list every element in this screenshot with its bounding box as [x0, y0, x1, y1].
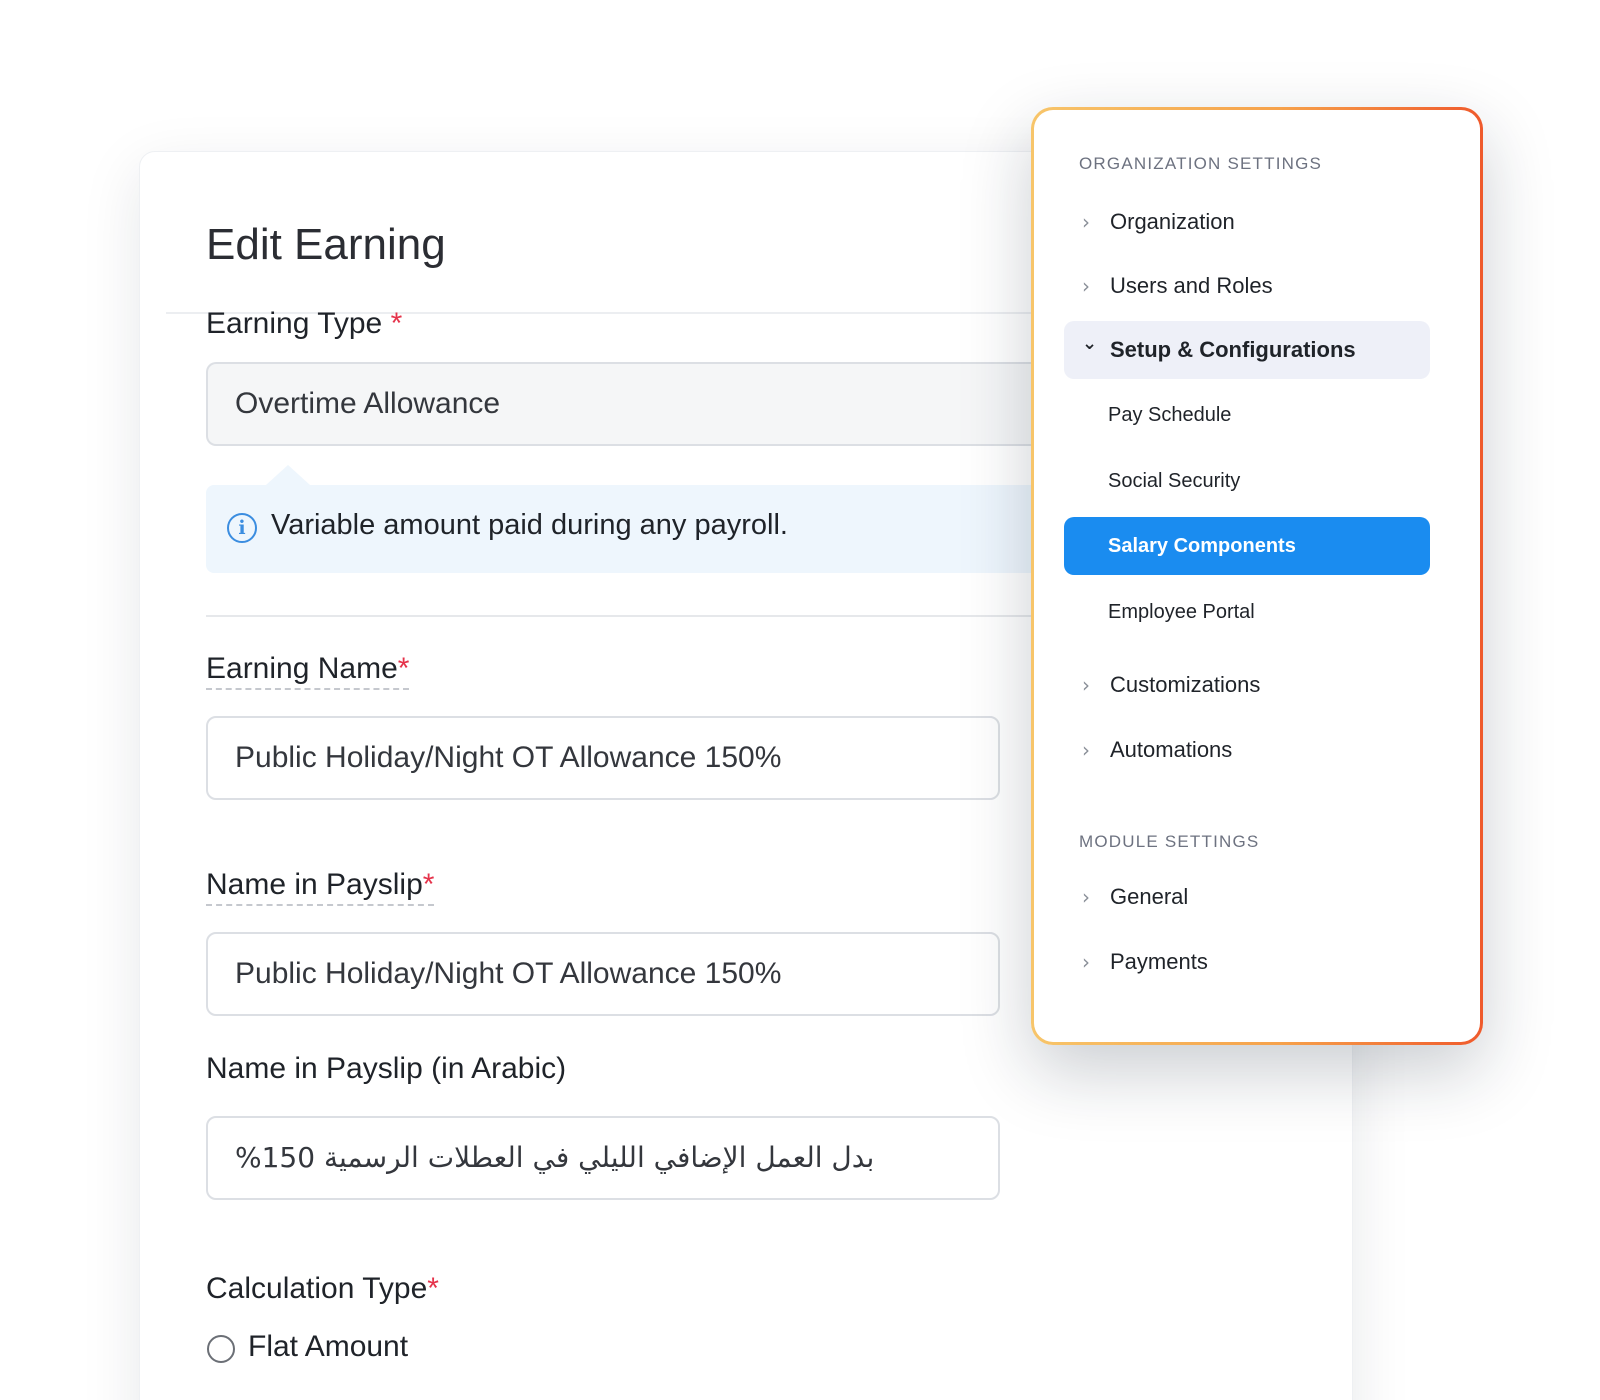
chevron-right-icon: › — [1082, 950, 1090, 974]
info-icon: i — [227, 513, 257, 543]
menu-item-users-roles[interactable]: › Users and Roles — [1064, 257, 1430, 315]
menu-item-label: Salary Components — [1108, 535, 1296, 557]
menu-item-label: Customizations — [1110, 672, 1261, 697]
chevron-down-icon: ⌄ — [1082, 333, 1098, 354]
settings-menu: ORGANIZATION SETTINGS › Organization › U… — [1034, 110, 1480, 1042]
menu-item-label: Setup & Configurations — [1110, 337, 1356, 362]
menu-item-payments[interactable]: › Payments — [1064, 933, 1430, 991]
menu-item-customizations[interactable]: › Customizations — [1064, 656, 1430, 714]
payslip-name-label: Name in Payslip* — [206, 868, 435, 906]
required-mark: * — [397, 652, 410, 685]
required-mark: * — [390, 307, 403, 340]
menu-item-label: Employee Portal — [1108, 601, 1255, 623]
menu-item-social-security[interactable]: Social Security — [1064, 452, 1430, 510]
menu-item-pay-schedule[interactable]: Pay Schedule — [1064, 386, 1430, 444]
payslip-name-arabic-label: Name in Payslip (in Arabic) — [206, 1052, 567, 1085]
menu-item-label: Organization — [1110, 209, 1235, 234]
page-title: Edit Earning — [206, 220, 446, 269]
earning-name-label: Earning Name* — [206, 652, 410, 690]
menu-item-label: Payments — [1110, 949, 1208, 974]
menu-item-label: Automations — [1110, 737, 1233, 762]
menu-item-general[interactable]: › General — [1064, 868, 1430, 926]
module-settings-heading: MODULE SETTINGS — [1079, 832, 1260, 851]
menu-item-organization[interactable]: › Organization — [1064, 193, 1430, 251]
menu-item-automations[interactable]: › Automations — [1064, 721, 1430, 779]
flat-amount-label[interactable]: Flat Amount — [248, 1330, 408, 1364]
chevron-right-icon: › — [1082, 210, 1090, 234]
menu-item-label: Users and Roles — [1110, 273, 1273, 298]
menu-item-label: General — [1110, 884, 1189, 909]
menu-item-label: Social Security — [1108, 470, 1241, 492]
chevron-right-icon: › — [1082, 738, 1090, 762]
menu-item-salary-components[interactable]: Salary Components — [1064, 517, 1430, 575]
section-divider — [206, 615, 1056, 617]
info-banner: i Variable amount paid during any payrol… — [206, 485, 1056, 573]
earning-name-input[interactable]: Public Holiday/Night OT Allowance 150% — [206, 716, 1000, 800]
menu-item-label: Pay Schedule — [1108, 404, 1232, 426]
earning-name-label-text: Earning Name — [206, 652, 398, 685]
settings-menu-panel: ORGANIZATION SETTINGS › Organization › U… — [1031, 107, 1483, 1045]
calculation-type-label: Calculation Type* — [206, 1272, 439, 1306]
flat-amount-radio[interactable] — [207, 1335, 235, 1363]
earning-type-field: Overtime Allowance — [206, 362, 1106, 446]
menu-item-setup-configurations[interactable]: ⌄ Setup & Configurations — [1064, 321, 1430, 379]
menu-item-employee-portal[interactable]: Employee Portal — [1064, 583, 1430, 641]
payslip-name-label-text: Name in Payslip — [206, 868, 423, 901]
earning-type-label: Earning Type * — [206, 307, 402, 341]
earning-type-label-text: Earning Type — [206, 307, 383, 340]
chevron-right-icon: › — [1082, 885, 1090, 909]
chevron-right-icon: › — [1082, 274, 1090, 298]
info-arrow — [266, 465, 310, 485]
payslip-name-arabic-input[interactable]: %بدل العمل الإضافي الليلي في العطلات الر… — [206, 1116, 1000, 1200]
required-mark: * — [422, 868, 435, 901]
calculation-type-label-text: Calculation Type — [206, 1272, 428, 1305]
required-mark: * — [427, 1272, 439, 1305]
info-text: Variable amount paid during any payroll. — [271, 509, 788, 541]
payslip-name-input[interactable]: Public Holiday/Night OT Allowance 150% — [206, 932, 1000, 1016]
chevron-right-icon: › — [1082, 673, 1090, 697]
organization-settings-heading: ORGANIZATION SETTINGS — [1079, 154, 1323, 173]
